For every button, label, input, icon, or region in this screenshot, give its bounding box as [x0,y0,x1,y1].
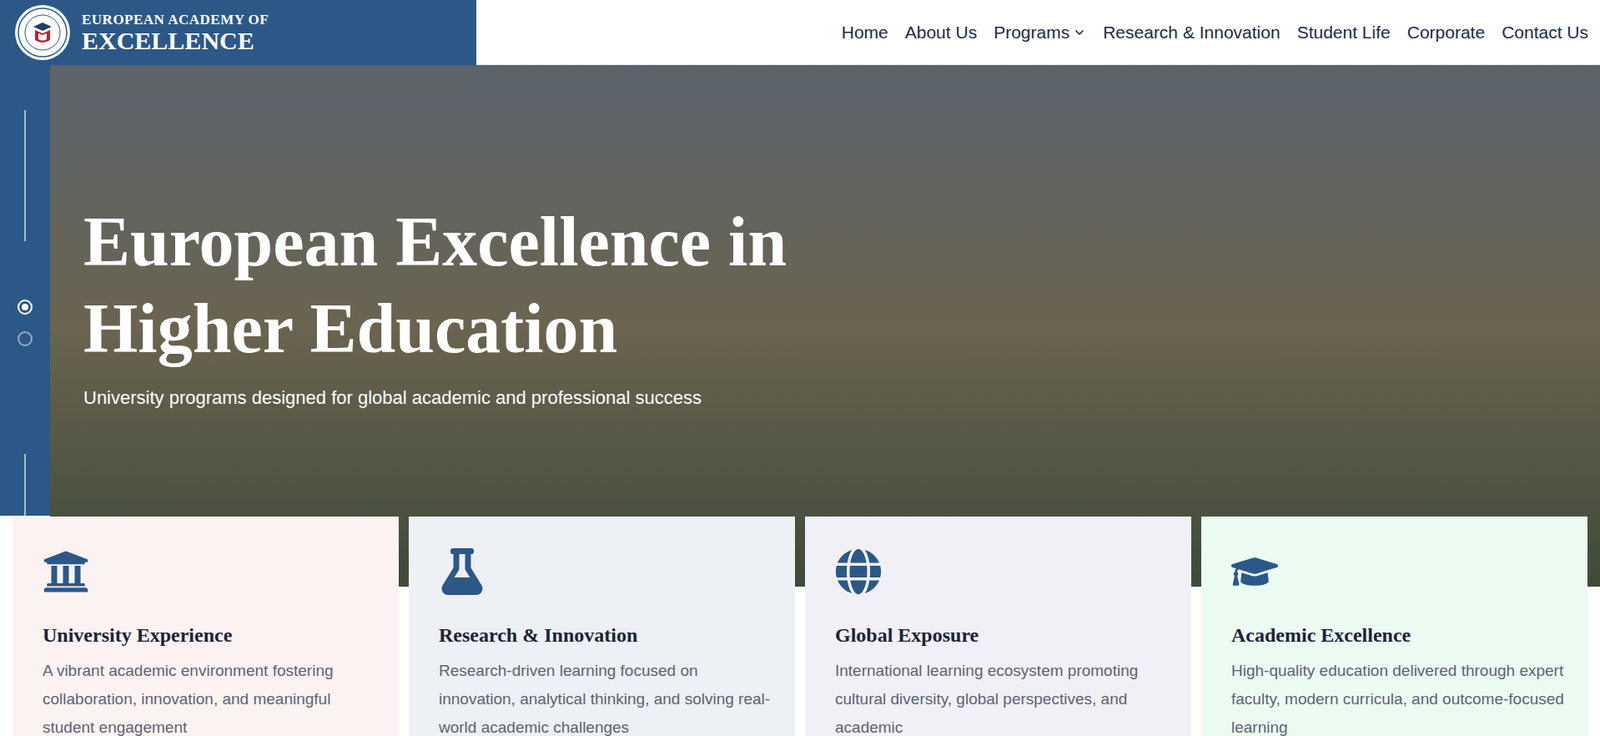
logo-line1: EUROPEAN ACADEMY OF [81,12,269,27]
nav-item[interactable]: Contact Us [1501,19,1589,46]
nav-item[interactable]: Corporate [1407,19,1485,46]
card-title: University Experience [42,619,379,650]
flask-icon [438,548,775,595]
nav-item[interactable]: Home [841,19,889,46]
feature-cards: University Experience A vibrant academic … [0,516,1600,736]
card-title: Academic Excellence [1231,619,1568,650]
nav-item[interactable]: Programs [993,19,1087,46]
feature-card[interactable]: Global Exposure International learning ec… [805,516,1192,736]
nav-item[interactable]: Research & Innovation [1102,19,1280,46]
page: EUROPEAN ACADEMY OFEXCELLENCE Home About U… [0,0,1600,736]
slide-dot[interactable] [17,299,33,315]
card-description: A vibrant academic environment fostering… [42,656,379,736]
slider-rail [0,65,51,516]
card-description: Research-driven learning focused on inno… [438,656,775,736]
logo[interactable]: EUROPEAN ACADEMY OFEXCELLENCE [0,0,477,66]
card-title: Global Exposure [835,619,1172,650]
card-title: Research & Innovation [438,619,775,650]
feature-card[interactable]: Research & Innovation Research-driven lea… [408,516,795,736]
card-description: International learning ecosystem promoti… [835,656,1172,736]
site-header: EUROPEAN ACADEMY OFEXCELLENCE Home About U… [0,0,1600,66]
hero-subtitle: University programs designed for global … [83,383,1600,412]
logo-line2: EXCELLENCE [81,28,269,54]
chevron-down-icon [1072,25,1087,40]
graduation-cap-icon [1231,548,1568,595]
hero-section: European Excellence in Higher Education U… [0,65,1600,587]
card-description: High-quality education delivered through… [1231,656,1568,736]
nav-item[interactable]: Student Life [1297,19,1391,46]
nav-item[interactable]: About Us [905,19,977,46]
main-nav: Home About Us Programs Research & Innovatio… [476,0,1600,66]
hero-title: European Excellence in Higher Education [83,198,918,373]
slide-dot[interactable] [17,331,33,347]
globe-icon [835,548,1172,595]
feature-card[interactable]: University Experience A vibrant academic … [12,516,399,736]
academy-emblem-icon [13,3,72,62]
feature-card[interactable]: Academic Excellence High-quality educatio… [1201,516,1588,736]
university-icon [42,548,379,595]
hero-banner: European Excellence in Higher Education U… [50,65,1600,587]
